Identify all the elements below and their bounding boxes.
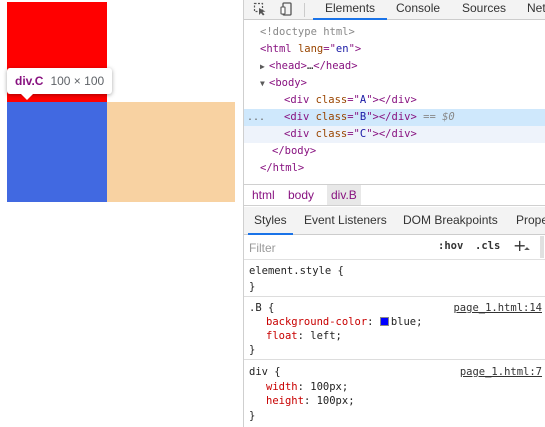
declaration-float[interactable]: float: left; — [266, 329, 342, 343]
more-actions-icon[interactable]: ... — [247, 109, 265, 126]
dom-node-head[interactable]: ▶ <head>…</head> — [244, 58, 545, 75]
source-link[interactable]: page_1.html:14 — [453, 301, 542, 315]
tab-event-listeners[interactable]: Event Listeners — [304, 207, 387, 235]
dom-node-div-b-selected[interactable]: ... <div class="B"></div> == $0 — [244, 109, 545, 126]
new-rule-icon[interactable]: + — [513, 236, 526, 255]
property-name: float — [266, 330, 298, 342]
property-value: blue; — [390, 316, 423, 328]
tab-elements[interactable]: Elements — [313, 0, 388, 20]
styles-toolbar: :hov .cls + — [244, 236, 545, 260]
rule-class-b: .B { page_1.html:14 background-color: bl… — [244, 298, 545, 360]
devtools-panel: Elements Console Sources Net <!doctype h… — [243, 0, 545, 427]
dom-node-body-close[interactable]: </body> — [244, 143, 545, 160]
collapse-arrow-icon[interactable]: ▼ — [260, 75, 269, 92]
rule-div: div { page_1.html:7 width: 100px; height… — [244, 361, 545, 427]
body-close: </body> — [272, 145, 317, 157]
html-close: </html> — [260, 162, 305, 174]
declaration-background-color[interactable]: background-color: blue; — [266, 315, 422, 329]
dom-node-doctype[interactable]: <!doctype html> — [244, 24, 545, 41]
color-swatch-icon[interactable] — [379, 317, 389, 326]
tooltip-size: 100 × 100 — [50, 74, 105, 88]
rule-selector[interactable]: div { — [249, 365, 281, 379]
toolbar-divider — [304, 3, 305, 17]
property-name: height — [266, 395, 304, 407]
property-name: width — [266, 381, 298, 393]
inspect-icon[interactable] — [253, 2, 267, 16]
declaration-width[interactable]: width: 100px; — [266, 380, 348, 394]
head-open: <head> — [269, 60, 307, 72]
cls-toggle[interactable]: .cls — [475, 240, 500, 252]
selected-marker: == $0 — [423, 111, 455, 123]
tab-network[interactable]: Net — [527, 0, 545, 20]
breadcrumb: html body div.B — [244, 184, 545, 206]
expand-arrow-icon[interactable]: ▶ — [260, 58, 269, 75]
breadcrumb-body[interactable]: body — [284, 185, 318, 205]
breadcrumb-html[interactable]: html — [248, 185, 279, 205]
doctype-text: <!doctype html> — [260, 26, 355, 38]
tab-properties[interactable]: Prope — [516, 207, 545, 235]
property-value: 100px; — [310, 381, 349, 393]
dom-node-html[interactable]: <html lang="en"> — [244, 41, 545, 58]
tooltip-tag: div.C — [15, 74, 44, 88]
device-toggle-icon[interactable] — [280, 2, 294, 16]
dom-node-div-a[interactable]: <div class="A"></div> — [244, 92, 545, 109]
page-preview: div.C 100 × 100 — [0, 0, 243, 427]
styles-subtabs: Styles Event Listeners DOM Breakpoints P… — [244, 207, 545, 235]
div-c-padding-box[interactable] — [107, 102, 235, 202]
hov-toggle[interactable]: :hov — [438, 240, 463, 252]
rule-close: } — [249, 281, 256, 293]
styles-pane: element.style { } .B { page_1.html:14 ba… — [244, 261, 545, 427]
property-value: left; — [310, 330, 342, 342]
body-open: <body> — [269, 77, 307, 89]
scrollbar[interactable] — [540, 236, 544, 258]
html-attr-name: lang — [297, 43, 324, 55]
div-c-highlight-box[interactable] — [7, 102, 107, 202]
tab-console[interactable]: Console — [396, 0, 440, 20]
tab-styles[interactable]: Styles — [248, 207, 293, 235]
property-value: 100px; — [316, 395, 355, 407]
div-a-attr: class — [315, 94, 348, 106]
declaration-height[interactable]: height: 100px; — [266, 394, 355, 408]
dom-node-body[interactable]: ▼ <body> — [244, 75, 545, 92]
html-attr-value: en — [335, 43, 349, 55]
div-b-attr: class — [315, 111, 348, 123]
div-c-close: </div> — [378, 128, 417, 140]
html-tag-name: html — [266, 43, 292, 55]
div-c-attr: class — [315, 128, 348, 140]
rule-close: } — [249, 410, 256, 422]
element-inspect-tooltip: div.C 100 × 100 — [7, 68, 113, 100]
rule-selector[interactable]: .B { — [249, 301, 274, 315]
source-link[interactable]: page_1.html:7 — [460, 365, 542, 379]
dom-node-html-close[interactable]: </html> — [244, 160, 545, 177]
tab-dom-breakpoints[interactable]: DOM Breakpoints — [403, 207, 498, 235]
tab-sources[interactable]: Sources — [462, 0, 506, 20]
property-name: background-color — [266, 316, 368, 328]
rule-close: } — [249, 344, 256, 356]
div-a-close: </div> — [378, 94, 417, 106]
dom-tree: <!doctype html> <html lang="en"> ▶ <head>… — [244, 21, 545, 183]
rule-selector[interactable]: element.style { — [249, 264, 344, 278]
rule-element-style: element.style { } — [244, 261, 545, 297]
dom-node-div-c[interactable]: <div class="C"></div> — [244, 126, 545, 143]
div-b-close: </div> — [378, 111, 417, 123]
breadcrumb-div-b[interactable]: div.B — [327, 185, 361, 205]
head-close: </head> — [313, 60, 358, 72]
filter-input[interactable] — [249, 238, 427, 258]
devtools-top-tabs: Elements Console Sources Net — [244, 0, 545, 20]
